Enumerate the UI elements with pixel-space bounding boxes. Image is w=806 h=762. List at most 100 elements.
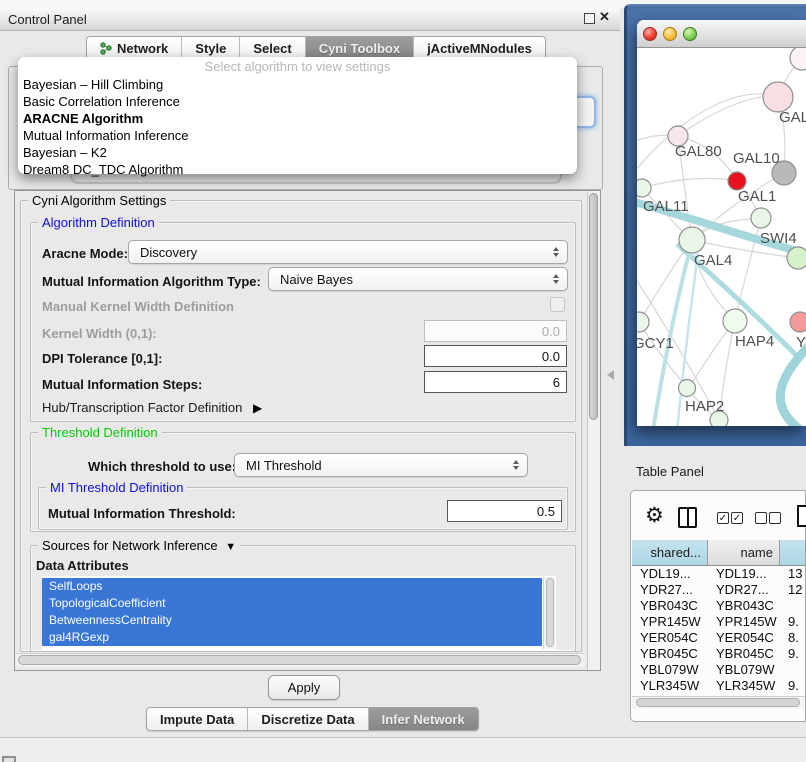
node-table: shared... name YDL19...YDL19...13 YDR27.… [632, 540, 806, 696]
tab-network[interactable]: Network [87, 37, 181, 59]
float-window-icon[interactable] [584, 13, 595, 24]
algorithm-prompt: Select algorithm to view settings [18, 59, 577, 74]
select-all-check-icon[interactable]: ✓ [731, 512, 743, 524]
tab-impute-data[interactable]: Impute Data [147, 708, 247, 730]
table-row[interactable]: YER054CYER054C8. [632, 630, 806, 646]
label-gal1: GAL1 [738, 188, 776, 205]
splitter-collapse-icon[interactable] [607, 370, 614, 380]
network-canvas[interactable]: GAL GAL80 GAL10 GAL1 GAL11 SWI4 GAL4 GCY… [637, 48, 806, 426]
which-threshold-label: Which threshold to use: [88, 459, 236, 474]
node-gal11[interactable] [637, 179, 651, 197]
node-partial-top[interactable] [790, 48, 806, 70]
column-header-name[interactable]: name [708, 540, 780, 565]
node-gal-cut[interactable] [763, 82, 793, 112]
column-header-shared-name[interactable]: shared... [632, 540, 708, 565]
label-gcy1: GCY1 [637, 335, 674, 352]
hub-factor-toggle[interactable]: Hub/Transcription Factor Definition ▶ [42, 400, 262, 415]
algorithm-option[interactable]: Mutual Information Inference [23, 127, 572, 144]
tab-discretize-data[interactable]: Discretize Data [247, 708, 367, 730]
stepper-icon [553, 247, 559, 257]
cyni-algorithm-settings-title: Cyni Algorithm Settings [28, 193, 170, 208]
collapsed-panel-button[interactable] [2, 756, 16, 762]
zoom-traffic-light-icon[interactable] [683, 27, 697, 41]
cyni-mode-tabs: Impute Data Discretize Data Infer Networ… [146, 707, 479, 731]
deselect-all-icon[interactable] [755, 512, 767, 524]
gear-icon[interactable]: ⚙ [645, 503, 664, 528]
node-swi4[interactable] [787, 247, 806, 269]
tab-jactivemnodules[interactable]: jActiveMNodules [413, 37, 545, 59]
tab-style[interactable]: Style [181, 37, 239, 59]
network-window[interactable]: GAL GAL80 GAL10 GAL1 GAL11 SWI4 GAL4 GCY… [637, 20, 806, 426]
tab-infer-network[interactable]: Infer Network [368, 708, 478, 730]
sources-group-title[interactable]: Sources for Network Inference ▼ [38, 538, 240, 553]
table-row[interactable]: YBR045CYBR045C9. [632, 646, 806, 662]
node-gal4[interactable] [679, 227, 705, 253]
manual-kernel-checkbox[interactable] [550, 297, 565, 312]
table-row[interactable]: YBR043CYBR043C [632, 598, 806, 614]
label-hap2: HAP2 [685, 398, 724, 415]
kernel-width-field[interactable]: 0.0 [424, 320, 567, 342]
attribute-item[interactable]: gal4RGexp [42, 629, 542, 646]
label-y-cut: Y [796, 334, 806, 351]
collapsed-arrow-icon[interactable]: ▶ [246, 401, 262, 415]
label-gal4: GAL4 [694, 252, 732, 269]
screenshot-root: Control Panel ✕ Network Style Select Cyn… [0, 0, 806, 762]
which-threshold-value: MI Threshold [246, 458, 322, 473]
mi-threshold-label: Mutual Information Threshold: [48, 506, 236, 521]
mi-steps-field[interactable]: 6 [424, 371, 567, 393]
node-hap2[interactable] [679, 380, 696, 397]
algorithm-option[interactable]: Basic Correlation Inference [23, 93, 572, 110]
minimize-traffic-light-icon[interactable] [663, 27, 677, 41]
tab-select[interactable]: Select [239, 37, 304, 59]
mi-threshold-field[interactable]: 0.5 [447, 500, 562, 522]
network-window-titlebar[interactable] [637, 20, 806, 48]
column-header-cut[interactable] [780, 540, 806, 565]
split-columns-icon[interactable] [678, 507, 697, 528]
settings-horizontal-scrollbar-thumb[interactable] [18, 655, 581, 665]
algorithm-option[interactable]: Bayesian – Hill Climbing [23, 76, 572, 93]
table-row[interactable]: YLR345WYLR345W9. [632, 678, 806, 694]
attribute-item[interactable]: SelfLoops [42, 578, 542, 595]
table-row[interactable]: YBL079WYBL079W [632, 662, 806, 678]
aracne-mode-label: Aracne Mode: [42, 246, 128, 261]
data-attributes-label: Data Attributes [36, 558, 129, 573]
label-gal10: GAL10 [733, 150, 780, 167]
tab-cyni-toolbox[interactable]: Cyni Toolbox [305, 37, 413, 59]
attributes-scrollbar[interactable] [543, 577, 555, 649]
close-icon[interactable]: ✕ [599, 9, 610, 25]
node-hap4[interactable] [723, 309, 747, 333]
mi-threshold-group-title: MI Threshold Definition [46, 480, 187, 495]
table-horizontal-scrollbar-thumb[interactable] [636, 698, 800, 707]
table-row[interactable]: YDL19...YDL19...13 [632, 566, 806, 582]
table-row[interactable]: YDR27...YDR27...12 [632, 582, 806, 598]
node-gal1[interactable] [751, 208, 771, 228]
mi-type-select[interactable]: Naive Bayes [268, 267, 568, 291]
algorithm-option[interactable]: Dream8 DC_TDC Algorithm [23, 161, 572, 178]
apply-button[interactable]: Apply [268, 675, 340, 700]
deselect-all-icon[interactable] [769, 512, 781, 524]
mi-type-label: Mutual Information Algorithm Type: [42, 274, 261, 289]
node-y-cut[interactable] [790, 312, 806, 332]
algorithm-option-selected[interactable]: ARACNE Algorithm [23, 110, 572, 127]
settings-vertical-scrollbar-thumb[interactable] [589, 193, 598, 420]
label-gal11: GAL11 [643, 198, 689, 215]
label-swi4: SWI4 [760, 230, 797, 247]
page-icon[interactable] [797, 505, 806, 527]
attributes-scrollbar-thumb[interactable] [546, 578, 554, 647]
mi-type-value: Naive Bayes [280, 272, 353, 287]
algorithm-dropdown-popup: Select algorithm to view settings Bayesi… [18, 57, 577, 174]
table-row[interactable]: YPR145WYPR145W9. [632, 614, 806, 630]
dpi-tolerance-field[interactable]: 0.0 [424, 345, 567, 367]
stepper-icon [553, 274, 559, 284]
expanded-arrow-icon[interactable]: ▼ [221, 541, 236, 553]
kernel-width-label: Kernel Width (0,1): [42, 326, 157, 341]
attribute-item[interactable]: BetweennessCentrality [42, 612, 542, 629]
attribute-item[interactable]: TopologicalCoefficient [42, 595, 542, 612]
aracne-mode-select[interactable]: Discovery [128, 240, 568, 264]
algorithm-option[interactable]: Bayesian – K2 [23, 144, 572, 161]
network-icon [100, 42, 113, 55]
close-traffic-light-icon[interactable] [643, 27, 657, 41]
which-threshold-select[interactable]: MI Threshold [234, 453, 528, 477]
select-all-check-icon[interactable]: ✓ [717, 512, 729, 524]
node-gcy1[interactable] [637, 312, 649, 332]
